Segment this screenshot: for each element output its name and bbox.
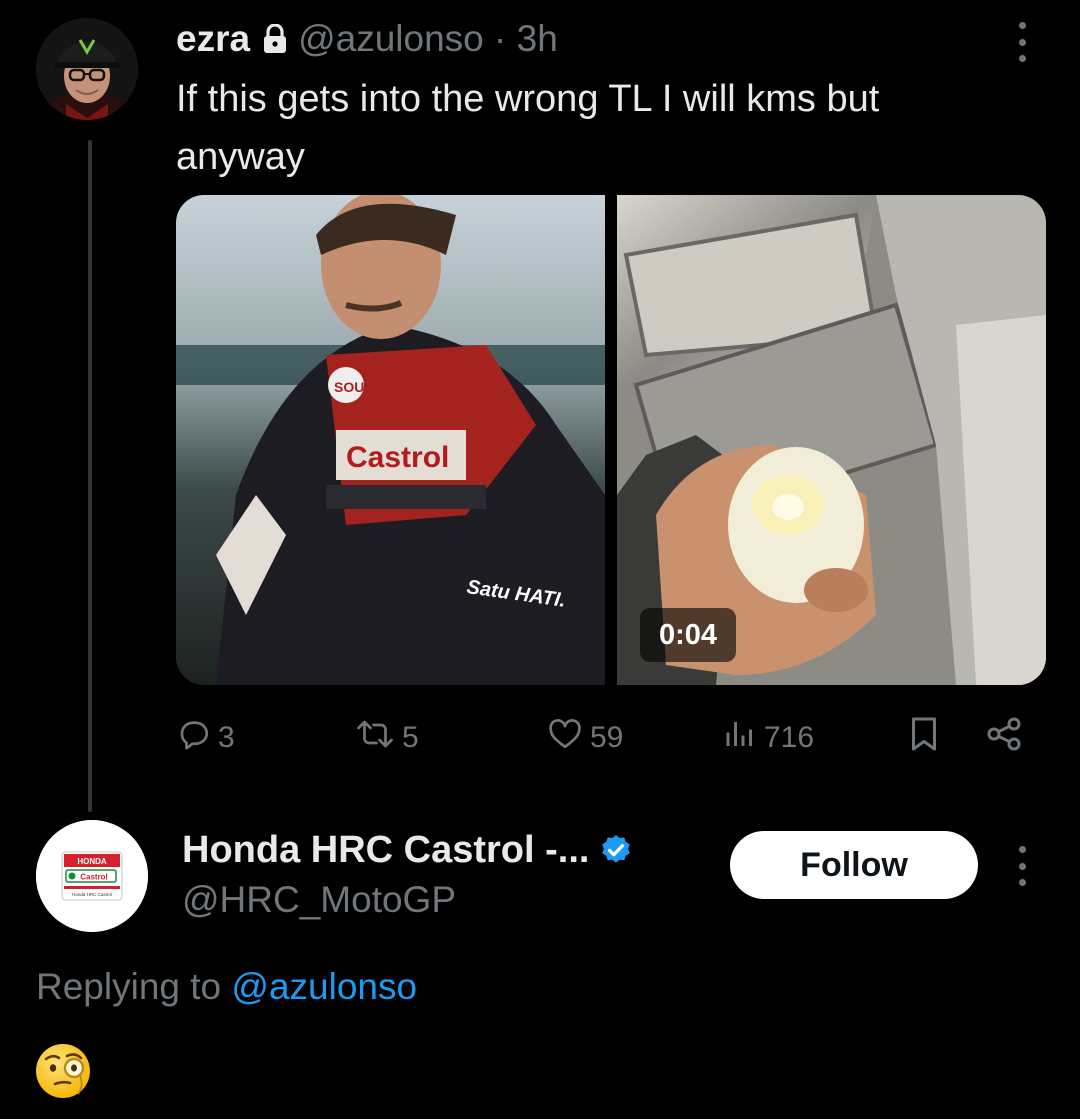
views-count: 716	[764, 721, 815, 754]
lock-icon	[262, 17, 288, 67]
like-icon	[546, 716, 590, 760]
share-button[interactable]	[984, 716, 1030, 760]
user-handle[interactable]: @azulonso	[298, 18, 484, 59]
share-icon	[984, 714, 1030, 762]
replying-to-mention[interactable]: @azulonso	[231, 966, 417, 1007]
repost-icon	[354, 716, 402, 760]
logo-tagline-text: Honda HRC Castrol	[72, 892, 112, 897]
avatar-hrc-motogp[interactable]: HONDA Castrol Honda HRC Castrol	[36, 820, 148, 932]
reply-more-icon[interactable]	[1014, 846, 1030, 886]
post-timestamp[interactable]: 3h	[517, 18, 558, 59]
views-button[interactable]: 716	[722, 716, 814, 760]
views-icon	[722, 716, 764, 760]
verified-icon	[599, 831, 633, 879]
display-name[interactable]: ezra	[176, 18, 250, 59]
post-header: ezra @azulonso · 3h	[176, 14, 558, 67]
thread-connector-line	[88, 140, 92, 812]
meta-separator: ·	[494, 18, 507, 59]
reply-user-handle[interactable]: @HRC_MotoGP	[182, 876, 456, 924]
face-with-monocle-icon	[34, 1042, 92, 1100]
post-text: If this gets into the wrong TL I will km…	[176, 78, 880, 178]
follow-button[interactable]: Follow	[730, 831, 978, 899]
avatar-ezra[interactable]	[36, 18, 138, 120]
replying-to-prefix: Replying to	[36, 966, 222, 1007]
video-duration-badge: 0:04	[640, 608, 736, 662]
svg-text:Castrol: Castrol	[346, 441, 449, 474]
repost-count: 5	[402, 721, 419, 754]
reply-display-name[interactable]: Honda HRC Castrol -...	[182, 829, 589, 871]
reply-count: 3	[218, 721, 235, 754]
reply-button[interactable]: 3	[176, 716, 235, 760]
reply-icon	[176, 716, 218, 760]
bookmark-button[interactable]	[906, 716, 948, 760]
bookmark-icon	[906, 714, 948, 762]
media-grid: Castrol Satu HATI. SOU	[176, 195, 1046, 685]
replying-to-line: Replying to @azulonso	[36, 962, 417, 1012]
repost-button[interactable]: 5	[354, 716, 419, 760]
photo-rider[interactable]: Castrol Satu HATI. SOU	[176, 195, 605, 685]
more-icon[interactable]	[1014, 22, 1030, 62]
like-button[interactable]: 59	[546, 716, 623, 760]
reply-display-name-row: Honda HRC Castrol -...	[182, 826, 633, 879]
svg-text:SOU: SOU	[334, 379, 364, 395]
logo-sponsor-text: Castrol	[80, 873, 108, 882]
like-count: 59	[590, 721, 624, 754]
logo-brand-text: HONDA	[77, 857, 107, 866]
